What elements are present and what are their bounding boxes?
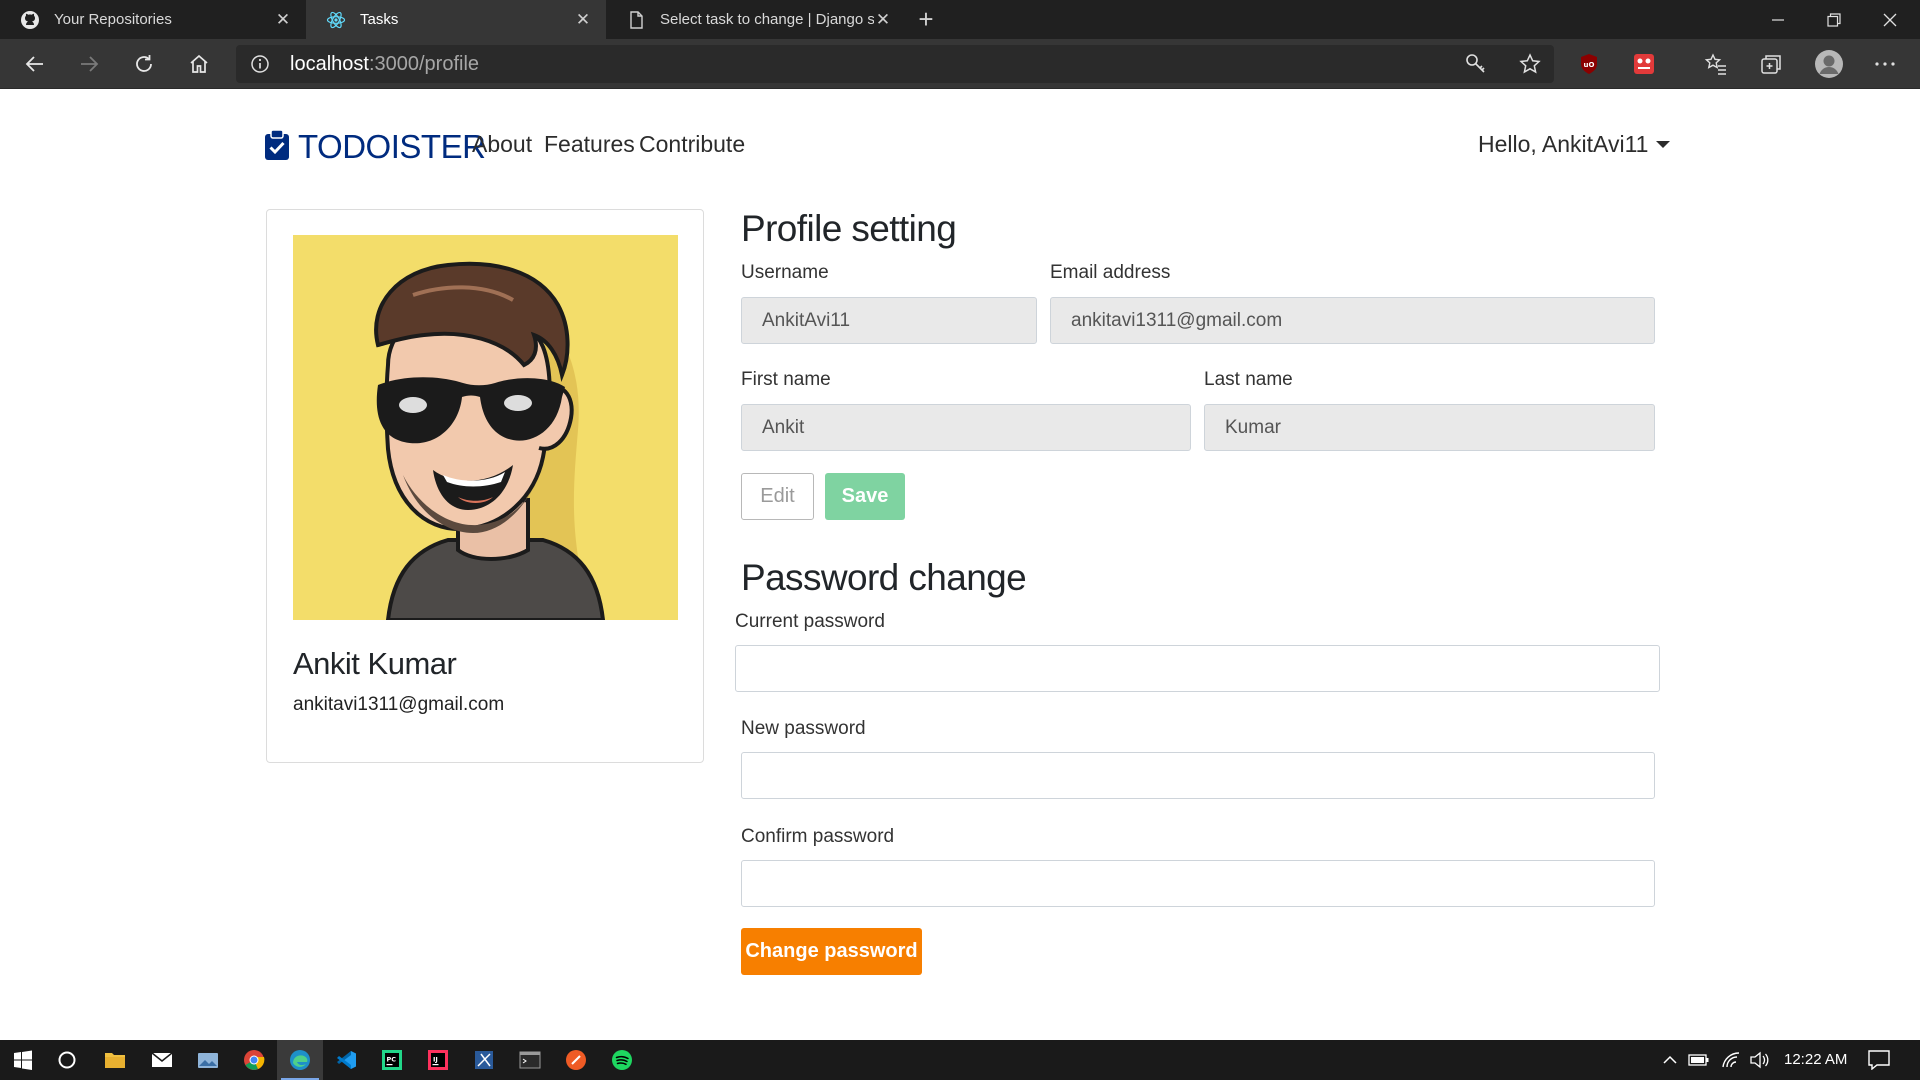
url-path: :3000/profile bbox=[368, 53, 480, 75]
close-icon[interactable]: ✕ bbox=[574, 10, 592, 29]
info-icon[interactable] bbox=[250, 54, 270, 74]
svg-text:IJ: IJ bbox=[433, 1056, 438, 1064]
user-dropdown[interactable]: Hello, AnkitAvi11 bbox=[1478, 131, 1671, 158]
nav-link-contribute[interactable]: Contribute bbox=[639, 131, 745, 158]
spotify-icon[interactable] bbox=[599, 1040, 645, 1080]
collections-icon[interactable] bbox=[1758, 51, 1784, 77]
first-name-field[interactable]: Ankit bbox=[741, 404, 1191, 451]
last-name-label: Last name bbox=[1204, 369, 1293, 390]
save-button[interactable]: Save bbox=[825, 473, 905, 520]
user-greeting: Hello, AnkitAvi11 bbox=[1478, 131, 1649, 157]
intellij-icon[interactable]: IJ bbox=[415, 1040, 461, 1080]
snipping-tool-icon[interactable] bbox=[461, 1040, 507, 1080]
react-icon bbox=[326, 10, 346, 30]
tab-title: Select task to change | Django si bbox=[660, 11, 874, 28]
close-window-button[interactable] bbox=[1862, 0, 1918, 39]
browser-toolbar: localhost:3000/profile uO bbox=[0, 39, 1920, 89]
github-icon bbox=[20, 10, 40, 30]
new-password-field[interactable] bbox=[741, 752, 1655, 799]
profile-name: Ankit Kumar bbox=[293, 646, 457, 681]
close-icon[interactable]: ✕ bbox=[874, 10, 892, 29]
url-host: localhost bbox=[290, 53, 369, 75]
restore-button[interactable] bbox=[1806, 0, 1862, 39]
confirm-password-field[interactable] bbox=[741, 860, 1655, 907]
avatar bbox=[293, 235, 678, 620]
first-name-label: First name bbox=[741, 369, 831, 390]
username-label: Username bbox=[741, 262, 829, 283]
new-tab-button[interactable]: + bbox=[912, 6, 940, 34]
minimize-button[interactable] bbox=[1750, 0, 1806, 39]
caret-down-icon bbox=[1656, 141, 1671, 148]
confirm-password-label: Confirm password bbox=[741, 826, 895, 847]
back-icon[interactable] bbox=[18, 47, 52, 81]
address-bar[interactable]: localhost:3000/profile bbox=[236, 45, 1554, 83]
profile-avatar-icon[interactable] bbox=[1814, 49, 1844, 79]
more-options-icon[interactable] bbox=[1872, 51, 1898, 77]
nav-link-features[interactable]: Features bbox=[544, 131, 635, 158]
close-icon[interactable]: ✕ bbox=[274, 10, 292, 29]
favorites-icon[interactable] bbox=[1703, 51, 1729, 77]
home-icon[interactable] bbox=[182, 47, 216, 81]
change-password-button[interactable]: Change password bbox=[741, 928, 922, 975]
username-field[interactable]: AnkitAvi11 bbox=[741, 297, 1037, 344]
email-field[interactable]: ankitavi1311@gmail.com bbox=[1050, 297, 1655, 344]
file-explorer-icon[interactable] bbox=[92, 1040, 138, 1080]
volume-icon[interactable] bbox=[1748, 1050, 1770, 1070]
photos-icon[interactable] bbox=[185, 1040, 231, 1080]
tab-your-repositories[interactable]: Your Repositories ✕ bbox=[0, 0, 306, 39]
edit-button[interactable]: Edit bbox=[741, 473, 814, 520]
star-icon[interactable] bbox=[1518, 52, 1542, 76]
vscode-icon[interactable] bbox=[323, 1040, 369, 1080]
tab-title: Tasks bbox=[360, 11, 399, 28]
key-icon[interactable] bbox=[1464, 52, 1488, 76]
edge-icon[interactable] bbox=[277, 1040, 323, 1080]
nav-link-about[interactable]: About bbox=[472, 131, 532, 158]
refresh-icon[interactable] bbox=[127, 47, 161, 81]
brand-name: TODOISTER bbox=[298, 128, 486, 165]
ublock-icon[interactable]: uO bbox=[1576, 51, 1602, 77]
browser-tab-bar: Your Repositories ✕ Tasks ✕ Select task … bbox=[0, 0, 1920, 39]
wifi-icon[interactable] bbox=[1720, 1050, 1742, 1070]
system-clock[interactable]: 12:22 AM bbox=[1784, 1051, 1847, 1068]
extension-icon[interactable] bbox=[1631, 51, 1657, 77]
mail-icon[interactable] bbox=[139, 1040, 185, 1080]
last-name-field[interactable]: Kumar bbox=[1204, 404, 1655, 451]
email-label: Email address bbox=[1050, 262, 1171, 283]
current-password-field[interactable] bbox=[735, 645, 1660, 692]
taskbar: PC IJ 12:22 AM bbox=[0, 1040, 1920, 1080]
clipboard-check-icon bbox=[264, 128, 290, 166]
new-password-label: New password bbox=[741, 718, 866, 739]
postman-icon[interactable] bbox=[553, 1040, 599, 1080]
url-text: localhost:3000/profile bbox=[290, 53, 479, 76]
windows-start-icon[interactable] bbox=[0, 1040, 46, 1080]
chrome-icon[interactable] bbox=[231, 1040, 277, 1080]
tab-django-admin[interactable]: Select task to change | Django si ✕ bbox=[606, 0, 906, 39]
cortana-search-icon[interactable] bbox=[44, 1040, 90, 1080]
notification-icon[interactable] bbox=[1868, 1050, 1890, 1070]
profile-email: ankitavi1311@gmail.com bbox=[293, 694, 505, 715]
battery-icon[interactable] bbox=[1688, 1050, 1710, 1070]
profile-setting-heading: Profile setting bbox=[741, 208, 957, 249]
profile-card: Ankit Kumar ankitavi1311@gmail.com bbox=[266, 209, 704, 763]
page-icon bbox=[626, 10, 646, 30]
tab-title: Your Repositories bbox=[54, 11, 172, 28]
chevron-up-icon[interactable] bbox=[1659, 1050, 1681, 1070]
terminal-icon[interactable] bbox=[507, 1040, 553, 1080]
forward-icon[interactable] bbox=[72, 47, 106, 81]
svg-text:uO: uO bbox=[1584, 61, 1595, 69]
brand-logo[interactable]: TODOISTER bbox=[264, 128, 486, 166]
svg-text:PC: PC bbox=[387, 1056, 397, 1064]
password-change-heading: Password change bbox=[741, 557, 1027, 598]
pycharm-icon[interactable]: PC bbox=[369, 1040, 415, 1080]
current-password-label: Current password bbox=[735, 611, 885, 632]
tab-tasks[interactable]: Tasks ✕ bbox=[306, 0, 606, 39]
